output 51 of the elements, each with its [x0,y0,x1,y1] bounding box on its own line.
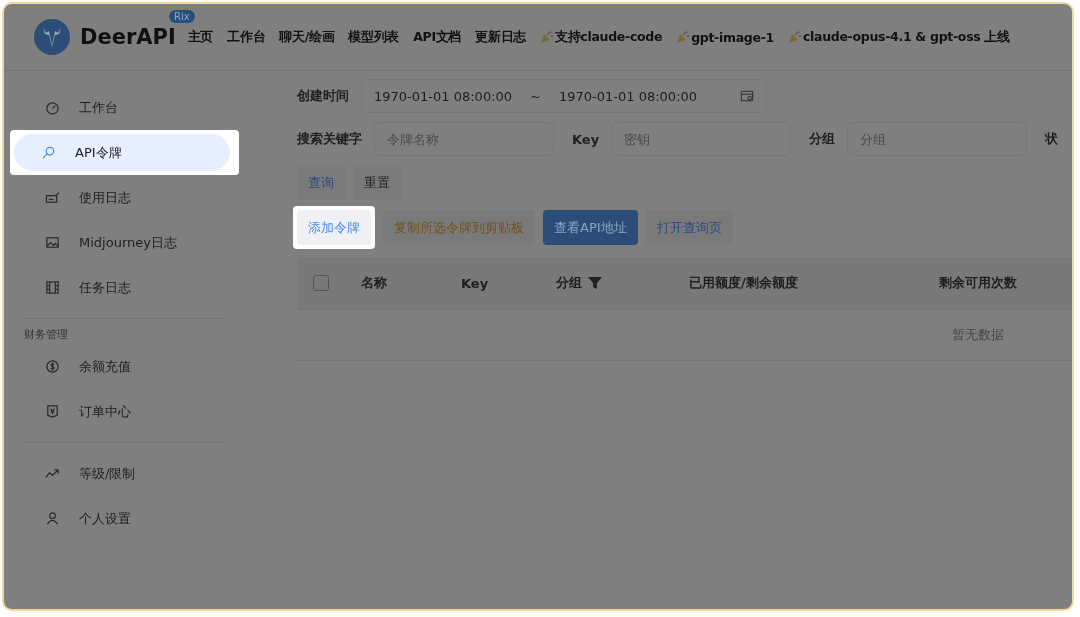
sidebar-item[interactable]: 个人设置 [18,500,234,537]
column-header: Key [461,275,489,291]
sidebar-item[interactable]: 工作台 [18,89,234,126]
party-popper-icon [539,30,554,44]
sidebar-item[interactable]: 余额充值 [18,348,234,385]
nav-link[interactable]: 支持claude-code [539,28,663,46]
action-button[interactable]: 添加令牌 [297,210,371,245]
field-label: 状 [1045,130,1059,148]
field-label: 创建时间 [297,87,349,105]
column-header: 分组 [556,274,582,292]
filter-icon[interactable] [588,276,602,290]
column-header: 名称 [361,274,387,292]
nav-link[interactable]: gpt-image-1 [676,28,774,46]
party-popper-icon [787,30,802,44]
date-range-field[interactable]: 1970-01-01 08:00:00 ~ 1970-01-01 08:00:00 [361,79,767,113]
sidebar-item[interactable]: API令牌 [14,134,230,171]
signature-icon [45,190,60,205]
field-label: 搜索关键字 [297,130,362,148]
gauge-icon [45,100,60,115]
nav-link[interactable]: 模型列表 [348,28,400,46]
sidebar-item[interactable]: 使用日志 [18,179,234,216]
select-all-checkbox[interactable] [313,275,329,291]
sidebar-section-title: 财务管理 [24,327,69,342]
sidebar-item[interactable]: 等级/限制 [18,455,234,492]
nav-link[interactable]: 聊天/绘画 [279,28,335,46]
sidebar-item[interactable]: 订单中心 [18,393,234,430]
sidebar-item[interactable]: 任务日志 [18,269,234,306]
yen-receipt-icon [45,404,60,419]
image-icon [45,235,60,250]
deer-logo-icon [34,19,70,55]
nav-link[interactable]: 更新日志 [475,28,526,46]
reset-button[interactable]: 重置 [353,165,401,200]
sidebar-item[interactable]: Midjourney日志 [18,224,234,261]
nav-link[interactable]: claude-opus-4.1 & gpt-oss 上线 [787,28,1010,46]
field-label: Key [572,131,600,147]
nav-link[interactable]: 工作台 [227,28,266,46]
party-popper-icon [676,30,691,44]
brand-name[interactable]: DeerAPI [80,25,176,49]
search-icon [41,145,56,160]
nav-link[interactable]: API文档 [413,28,462,46]
film-icon [45,280,60,295]
calendar-icon [740,89,754,103]
dollar-coin-icon [45,359,60,374]
version-badge: Rix [169,10,195,23]
column-header: 已用额度/剩余额度 [689,274,798,292]
trend-up-icon [45,466,60,481]
nav-link[interactable]: 主页 [187,28,214,46]
column-header: 剩余可用次数 [939,274,1017,292]
field-label: 分组 [809,130,836,148]
action-button[interactable]: 查看API地址 [543,210,638,245]
user-icon [45,511,60,526]
